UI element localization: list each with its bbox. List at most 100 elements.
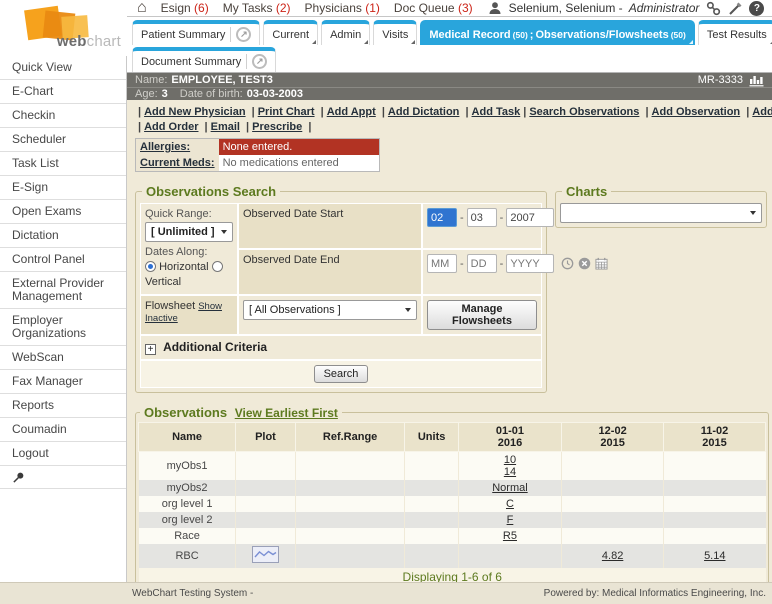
start-year-input[interactable]	[506, 208, 554, 227]
sidebar-item-webscan[interactable]: WebScan	[0, 346, 126, 370]
dates-along-label: Dates Along:	[145, 246, 233, 258]
link-email[interactable]: Email	[211, 121, 240, 133]
obs-plot-cell	[236, 528, 296, 544]
sidebar-item-fax-manager[interactable]: Fax Manager	[0, 370, 126, 394]
link-add-dictation[interactable]: Add Dictation	[388, 106, 460, 118]
clear-date-icon[interactable]	[578, 257, 591, 270]
obs-value-link[interactable]: C	[506, 498, 514, 510]
expand-plus-icon[interactable]: +	[145, 344, 156, 355]
tab-admin[interactable]: Admin	[321, 20, 370, 45]
horizontal-radio[interactable]	[145, 261, 156, 272]
sidebar-item-e-chart[interactable]: E-Chart	[0, 80, 126, 104]
quick-range-select[interactable]: [ Unlimited ]	[145, 222, 233, 242]
obs-value-link[interactable]: R5	[503, 530, 517, 542]
tab-count: (50)	[671, 30, 686, 40]
obs-units-cell	[405, 528, 458, 544]
menu-item-esign[interactable]: Esign (6)	[161, 1, 209, 15]
menu-item-doc-queue[interactable]: Doc Queue (3)	[394, 1, 473, 15]
flowsheet-select[interactable]: [ All Observations ]	[243, 300, 417, 320]
plot-chart-icon[interactable]	[252, 546, 279, 563]
popout-icon[interactable]: ↗	[252, 54, 267, 69]
calendar-icon[interactable]	[595, 257, 608, 270]
link-separator: |	[743, 106, 752, 118]
sidebar-item-reports[interactable]: Reports	[0, 394, 126, 418]
patient-dob-label: Date of birth:	[180, 88, 243, 100]
link-add-task[interactable]: Add Task	[472, 106, 521, 118]
sidebar-item-checkin[interactable]: Checkin	[0, 104, 126, 128]
obs-value-cell	[562, 452, 664, 481]
view-earliest-first-link[interactable]: View Earliest First	[235, 406, 338, 420]
link-separator: |	[243, 121, 252, 133]
link-search-observations[interactable]: Search Observations	[529, 106, 639, 118]
end-month-input[interactable]	[427, 254, 457, 273]
link-prescribe[interactable]: Prescribe	[252, 121, 302, 133]
tab-label: Admin	[330, 29, 361, 41]
menu-item-physicians[interactable]: Physicians (1)	[305, 1, 380, 15]
obs-value-link[interactable]: 10	[504, 454, 516, 466]
popout-icon[interactable]: ↗	[236, 27, 251, 42]
tab-medical-record-observations[interactable]: Medical Record (50);Observations/Flowshe…	[420, 20, 695, 45]
link-add-appt[interactable]: Add Appt	[327, 106, 376, 118]
obs-value-link[interactable]: 5.14	[704, 550, 725, 562]
sidebar-item-external-provider-management[interactable]: External Provider Management	[0, 272, 126, 309]
end-day-input[interactable]	[467, 254, 497, 273]
sidebar-item-e-sign[interactable]: E-Sign	[0, 176, 126, 200]
link-separator: |	[642, 106, 651, 118]
obs-value-link[interactable]: Normal	[492, 482, 527, 494]
link-icon[interactable]	[705, 0, 721, 16]
sidebar-item-open-exams[interactable]: Open Exams	[0, 200, 126, 224]
obs-name: myObs2	[139, 480, 236, 496]
home-icon[interactable]: ⌂	[137, 2, 147, 14]
additional-criteria-row[interactable]: + Additional Criteria	[141, 336, 541, 359]
tab-test-results[interactable]: Test Results	[698, 20, 772, 45]
obs-ref-cell	[295, 480, 405, 496]
sidebar-item-scheduler[interactable]: Scheduler	[0, 128, 126, 152]
flowsheet-label: Flowsheet	[145, 300, 195, 312]
tab-patient-summary[interactable]: Patient Summary ↗	[132, 20, 260, 45]
col-plot: Plot	[236, 423, 296, 452]
start-month-input[interactable]	[427, 208, 457, 227]
search-button[interactable]: Search	[314, 365, 369, 383]
obs-value-link[interactable]: 4.82	[602, 550, 623, 562]
sidebar-item-dictation[interactable]: Dictation	[0, 224, 126, 248]
clock-icon[interactable]	[561, 257, 574, 270]
allergies-link[interactable]: Allergies:	[136, 139, 219, 155]
obs-value-link[interactable]: 14	[504, 466, 516, 478]
sidebar-item-coumadin[interactable]: Coumadin	[0, 418, 126, 442]
sidebar-item-quick-view[interactable]: Quick View	[0, 56, 126, 80]
sidebar-pin-toggle[interactable]	[0, 466, 126, 489]
charts-select[interactable]	[560, 203, 762, 223]
wand-icon[interactable]	[727, 0, 743, 16]
sidebar-item-employer-organizations[interactable]: Employer Organizations	[0, 309, 126, 346]
quick-range-value: [ Unlimited ]	[151, 226, 215, 238]
help-icon[interactable]: ?	[749, 1, 764, 16]
link-add-observation[interactable]: Add Observation	[652, 106, 741, 118]
obs-value-cell: C	[458, 496, 561, 512]
chart-histogram-icon[interactable]	[749, 73, 764, 87]
end-year-input[interactable]	[506, 254, 554, 273]
tab-label: Test Results	[707, 29, 767, 41]
sidebar-item-logout[interactable]: Logout	[0, 442, 126, 466]
link-add-document[interactable]: Add Document	[752, 106, 772, 118]
tab-document-summary[interactable]: Document Summary ↗	[132, 47, 276, 72]
patient-header-row-2: Age: 3 Date of birth: 03-03-2003	[127, 88, 772, 100]
current-meds-link[interactable]: Current Meds:	[136, 155, 219, 171]
table-row-myobs1: myObs1 1014	[139, 452, 766, 481]
manage-flowsheets-button[interactable]: Manage Flowsheets	[427, 300, 537, 330]
sidebar-item-task-list[interactable]: Task List	[0, 152, 126, 176]
obs-value-link[interactable]: F	[507, 514, 514, 526]
obs-ref-cell	[295, 452, 405, 481]
link-add-new-physician[interactable]: Add New Physician	[144, 106, 245, 118]
link-print-chart[interactable]: Print Chart	[258, 106, 315, 118]
footer-right-text: Powered by: Medical Informatics Engineer…	[544, 588, 766, 599]
obs-value-cell: Normal	[458, 480, 561, 496]
tab-current[interactable]: Current	[263, 20, 318, 45]
vertical-radio[interactable]	[212, 261, 223, 272]
start-day-input[interactable]	[467, 208, 497, 227]
tab-visits[interactable]: Visits	[373, 20, 417, 45]
top-menu-bar: ⌂ Esign (6) My Tasks (2) Physicians (1) …	[127, 0, 772, 17]
menu-item-my-tasks[interactable]: My Tasks (2)	[223, 1, 291, 15]
link-add-order[interactable]: Add Order	[144, 121, 198, 133]
obs-units-cell	[405, 480, 458, 496]
sidebar-item-control-panel[interactable]: Control Panel	[0, 248, 126, 272]
